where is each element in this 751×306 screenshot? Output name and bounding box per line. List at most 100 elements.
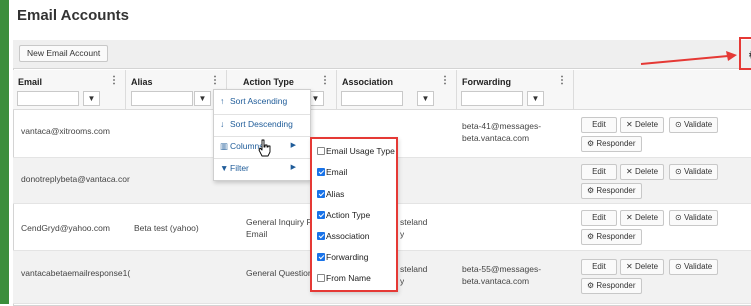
columns-icon: ▥ <box>220 141 229 151</box>
option-label: Email <box>326 167 348 177</box>
column-label: Email <box>18 77 43 87</box>
column-toggle-forwarding[interactable]: Forwarding <box>317 252 369 263</box>
filter-icon[interactable]: ▼ <box>194 91 211 106</box>
filter-icon[interactable]: ▼ <box>527 91 544 106</box>
menu-label: Sort Descending <box>230 119 293 129</box>
checkbox-unchecked[interactable] <box>317 274 325 282</box>
gears-icon: ⚙ <box>587 232 597 241</box>
column-header-email[interactable]: Email ⋮ ▼ <box>13 70 126 110</box>
cell-forwarding: beta.vantaca.com <box>462 276 530 286</box>
column-header-association[interactable]: Association ⋮ ▼ <box>337 70 457 110</box>
filter-input-email[interactable] <box>17 91 79 106</box>
column-menu: ↑ Sort Ascending ↓ Sort Descending ▥ Column… <box>213 89 311 181</box>
responder-label: Responder <box>596 186 636 195</box>
cell-forwarding: beta-55@messages- <box>462 264 542 274</box>
menu-label: Filter <box>230 163 249 173</box>
validate-button[interactable]: ⊙ Validate <box>669 259 719 275</box>
checkbox-checked[interactable] <box>317 190 325 198</box>
cell-action-type: Email <box>246 229 268 239</box>
close-icon: ✕ <box>626 213 635 222</box>
check-circle-icon: ⊙ <box>675 167 684 176</box>
delete-button[interactable]: ✕ Delete <box>620 117 665 133</box>
responder-label: Responder <box>596 232 636 241</box>
left-accent-bar <box>0 0 9 304</box>
column-label: Action Type <box>243 77 294 87</box>
close-icon: ✕ <box>626 167 635 176</box>
option-label: Association <box>326 231 370 241</box>
hand-cursor-icon <box>258 139 271 157</box>
responder-label: Responder <box>596 281 636 290</box>
delete-button[interactable]: ✕ Delete <box>620 164 665 180</box>
edit-button[interactable]: Edit <box>581 117 617 133</box>
menu-item-filter[interactable]: ▼ Filter ▶ <box>214 158 310 176</box>
validate-label: Validate <box>683 213 713 222</box>
responder-button[interactable]: ⚙ Responder <box>581 136 642 152</box>
validate-label: Validate <box>683 262 713 271</box>
chevron-right-icon: ▶ <box>290 142 296 149</box>
responder-button[interactable]: ⚙ Responder <box>581 183 642 199</box>
option-label: Alias <box>326 189 345 199</box>
cell-email: CendGryd@yahoo.com <box>21 223 110 233</box>
delete-button[interactable]: ✕ Delete <box>620 259 665 275</box>
column-toggle-email[interactable]: Email <box>317 167 347 178</box>
validate-label: Validate <box>683 167 713 176</box>
validate-button[interactable]: ⊙ Validate <box>669 164 719 180</box>
validate-button[interactable]: ⊙ Validate <box>669 210 719 226</box>
menu-item-sort-ascending[interactable]: ↑ Sort Ascending <box>214 92 310 110</box>
column-header-actions <box>574 70 751 110</box>
checkbox-checked[interactable] <box>317 211 325 219</box>
cell-action-type: General Question <box>246 268 312 278</box>
responder-label: Responder <box>596 139 636 148</box>
column-header-alias[interactable]: Alias ⋮ ▼ <box>126 70 227 110</box>
close-icon: ✕ <box>626 262 635 271</box>
new-email-account-button[interactable]: New Email Account <box>19 45 109 62</box>
column-menu-icon[interactable]: ⋮ <box>440 75 450 86</box>
column-menu-icon[interactable]: ⋮ <box>109 75 119 86</box>
column-toggle-alias[interactable]: Alias <box>317 189 344 200</box>
sort-down-icon: ↓ <box>220 119 225 129</box>
sort-up-icon: ↑ <box>220 96 225 106</box>
page-title: Email Accounts <box>17 7 129 24</box>
column-toggle-action-type[interactable]: Action Type <box>317 210 370 221</box>
column-menu-icon[interactable]: ⋮ <box>557 75 567 86</box>
cell-association: steland <box>400 217 428 227</box>
filter-input-association[interactable] <box>341 91 403 106</box>
checkbox-checked[interactable] <box>317 232 325 240</box>
edit-button[interactable]: Edit <box>581 164 617 180</box>
cell-email: vantaca@xitrooms.com <box>21 126 110 136</box>
filter-icon[interactable]: ▼ <box>417 91 434 106</box>
edit-button[interactable]: Edit <box>581 210 617 226</box>
column-menu-icon[interactable]: ⋮ <box>320 75 330 86</box>
chevron-right-icon: ▶ <box>290 164 296 171</box>
filter-icon[interactable]: ▼ <box>83 91 100 106</box>
checkbox-checked[interactable] <box>317 168 325 176</box>
option-label: From Name <box>326 273 371 283</box>
filter-input-forwarding[interactable] <box>461 91 523 106</box>
validate-label: Validate <box>683 120 713 129</box>
option-label: Forwarding <box>326 252 369 262</box>
delete-button[interactable]: ✕ Delete <box>620 210 665 226</box>
responder-button[interactable]: ⚙ Responder <box>581 229 642 245</box>
column-label: Forwarding <box>462 77 511 87</box>
menu-item-sort-descending[interactable]: ↓ Sort Descending <box>214 114 310 132</box>
responder-button[interactable]: ⚙ Responder <box>581 278 642 294</box>
columns-submenu: Email Usage Type Email Alias Action Type… <box>310 137 398 292</box>
cell-action-type: General Inquiry F <box>246 217 312 227</box>
edit-button[interactable]: Edit <box>581 259 617 275</box>
menu-label: Sort Ascending <box>230 96 288 106</box>
column-toggle-association[interactable]: Association <box>317 231 369 242</box>
delete-label: Delete <box>634 213 659 222</box>
delete-label: Delete <box>634 120 659 129</box>
checkbox-checked[interactable] <box>317 253 325 261</box>
column-menu-icon[interactable]: ⋮ <box>210 75 220 86</box>
check-circle-icon: ⊙ <box>675 213 684 222</box>
filter-input-alias[interactable] <box>131 91 193 106</box>
column-header-forwarding[interactable]: Forwarding ⋮ ▼ <box>457 70 574 110</box>
gears-icon: ⚙ <box>587 186 597 195</box>
validate-button[interactable]: ⊙ Validate <box>669 117 719 133</box>
column-toggle-from-name[interactable]: From Name <box>317 273 371 284</box>
cell-forwarding: beta-41@messages- <box>462 121 542 131</box>
checkbox-unchecked[interactable] <box>317 147 325 155</box>
delete-label: Delete <box>634 167 659 176</box>
column-toggle-email-usage-type[interactable]: Email Usage Type <box>317 146 395 157</box>
